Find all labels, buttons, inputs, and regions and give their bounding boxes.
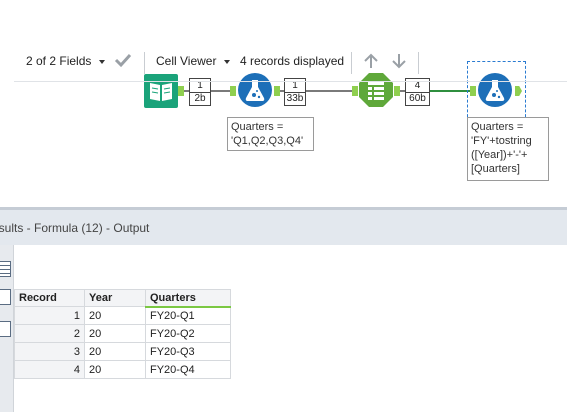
cell-viewer-dropdown[interactable]: Cell Viewer bbox=[156, 54, 231, 68]
output-anchor[interactable] bbox=[274, 86, 280, 96]
scroll-down-button[interactable] bbox=[390, 52, 408, 73]
annotation-line: 'Q1,Q2,Q3,Q4' bbox=[231, 135, 304, 147]
checkmark-icon bbox=[114, 53, 132, 68]
record-count-badge: 4 60b bbox=[405, 78, 430, 106]
tool-annotation: Quarters = 'FY'+tostring ([Year])+'-'+ [… bbox=[467, 117, 549, 181]
quarters-cell[interactable]: FY20-Q4 bbox=[145, 360, 231, 379]
badge-size: 2b bbox=[194, 93, 206, 104]
table-row[interactable]: 3 20 FY20-Q3 bbox=[14, 342, 231, 361]
fields-label: 2 of 2 Fields bbox=[26, 54, 92, 68]
annotation-line: Quarters = bbox=[231, 121, 284, 133]
table-row[interactable]: 2 20 FY20-Q2 bbox=[14, 324, 231, 343]
scroll-up-button[interactable] bbox=[362, 52, 380, 73]
tool-annotation: Quarters = 'Q1,Q2,Q3,Q4' bbox=[227, 117, 314, 151]
toolbar-divider bbox=[418, 52, 419, 74]
column-header-year[interactable]: Year bbox=[84, 289, 146, 307]
badge-size: 60b bbox=[409, 93, 426, 104]
connection-line bbox=[430, 90, 470, 92]
column-header-quarters[interactable]: Quarters bbox=[145, 289, 231, 308]
chevron-down-icon bbox=[99, 59, 106, 64]
table-view-icon[interactable] bbox=[0, 261, 11, 277]
record-count-badge: 1 2b bbox=[189, 78, 211, 106]
record-cell: 3 bbox=[14, 342, 85, 361]
record-count-badge: 1 33b bbox=[284, 78, 306, 106]
toolbar-divider bbox=[351, 52, 352, 74]
record-cell: 2 bbox=[14, 324, 85, 343]
quarters-cell[interactable]: FY20-Q1 bbox=[145, 306, 231, 325]
arrow-down-icon bbox=[392, 54, 406, 69]
input-anchor[interactable] bbox=[352, 86, 358, 96]
records-count-label: 4 records displayed bbox=[240, 54, 345, 68]
header-row: Record Year Quarters bbox=[14, 289, 231, 308]
badge-size: 33b bbox=[286, 93, 304, 104]
results-toolbar: 2 of 2 Fields Cell Viewer 4 records disp… bbox=[14, 44, 567, 82]
arrow-up-icon bbox=[364, 53, 378, 68]
table-row[interactable]: 4 20 FY20-Q4 bbox=[14, 360, 231, 379]
input-anchor[interactable] bbox=[230, 86, 236, 96]
output-anchor[interactable] bbox=[178, 86, 184, 96]
year-cell[interactable]: 20 bbox=[84, 342, 146, 361]
table-row[interactable]: 1 20 FY20-Q1 bbox=[14, 306, 231, 325]
column-header-record[interactable]: Record bbox=[14, 289, 85, 307]
results-title-bar: esults - Formula (12) - Output bbox=[0, 207, 567, 245]
output-anchor[interactable] bbox=[394, 86, 400, 96]
year-cell[interactable]: 20 bbox=[84, 306, 146, 325]
results-title: esults - Formula (12) - Output bbox=[0, 221, 150, 235]
annotation-line: ([Year])+'-'+ bbox=[471, 149, 528, 161]
annotation-line: Quarters = bbox=[471, 121, 524, 133]
results-side-rail bbox=[0, 245, 14, 412]
cell-viewer-label: Cell Viewer bbox=[156, 54, 217, 68]
apply-checkmark-button[interactable] bbox=[114, 51, 132, 72]
record-cell: 4 bbox=[14, 360, 85, 379]
quarters-cell[interactable]: FY20-Q3 bbox=[145, 342, 231, 361]
record-cell: 1 bbox=[14, 306, 85, 325]
workflow-canvas[interactable]: 1 2b 1 33b 4 60b Quarters = 'Q1,Q2,Q3,Q4… bbox=[0, 0, 567, 207]
quarters-cell[interactable]: FY20-Q2 bbox=[145, 324, 231, 343]
annotation-line: 'FY'+tostring bbox=[471, 135, 532, 147]
chevron-down-icon bbox=[224, 59, 231, 64]
annotation-line: [Quarters] bbox=[471, 163, 520, 175]
input-anchor[interactable] bbox=[470, 86, 476, 96]
record-view-icon[interactable] bbox=[0, 289, 11, 305]
year-cell[interactable]: 20 bbox=[84, 324, 146, 343]
results-grid: Record Year Quarters 1 20 FY20-Q1 2 20 F… bbox=[14, 289, 231, 379]
year-cell[interactable]: 20 bbox=[84, 360, 146, 379]
metadata-view-icon[interactable] bbox=[0, 321, 11, 337]
toolbar-divider bbox=[144, 52, 145, 74]
fields-dropdown[interactable]: 2 of 2 Fields bbox=[26, 54, 106, 68]
records-displayed-text: 4 records displayed bbox=[240, 54, 344, 68]
connection-line bbox=[306, 90, 356, 92]
